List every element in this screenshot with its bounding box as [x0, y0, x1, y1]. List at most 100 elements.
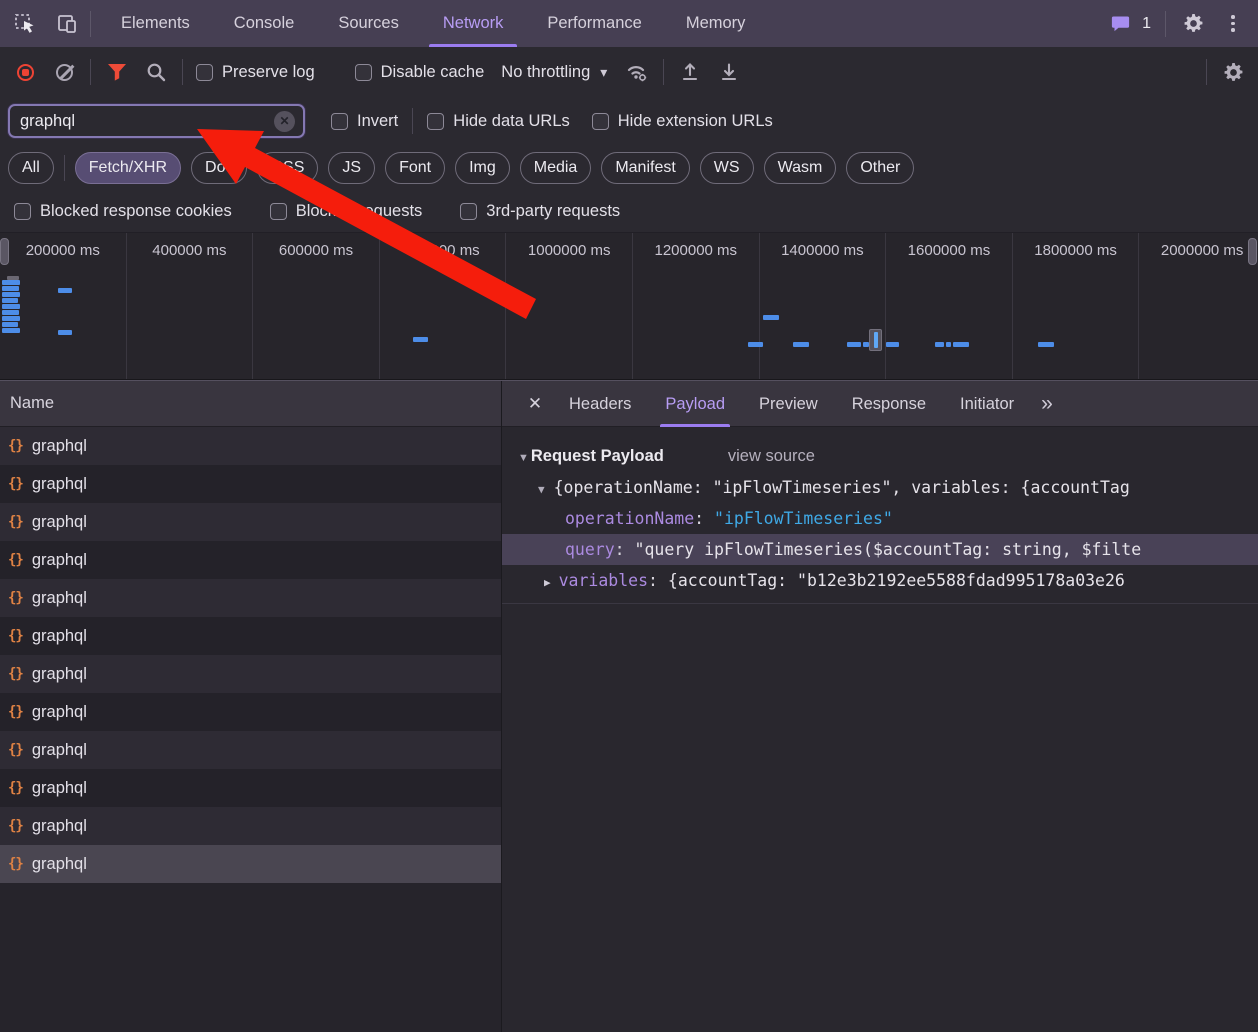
- more-tabs-icon[interactable]: [1041, 393, 1053, 414]
- name-column-header[interactable]: Name: [0, 381, 501, 427]
- request-row[interactable]: {}graphql: [0, 693, 501, 731]
- chip-all[interactable]: All: [8, 152, 54, 184]
- chip-font[interactable]: Font: [385, 152, 445, 184]
- throttling-value: No throttling: [501, 63, 590, 82]
- request-row[interactable]: {}graphql: [0, 465, 501, 503]
- settings-gear-icon[interactable]: [1180, 11, 1206, 37]
- request-row[interactable]: {}graphql: [0, 731, 501, 769]
- checkbox[interactable]: [331, 113, 348, 130]
- timeline-activity-bar: [2, 316, 20, 321]
- chip-other[interactable]: Other: [846, 152, 914, 184]
- tab-elements[interactable]: Elements: [99, 0, 212, 47]
- timeline-activity-bar: [847, 342, 861, 347]
- detail-tab-response[interactable]: Response: [835, 381, 943, 427]
- timeline-activity-bar: [763, 315, 779, 320]
- chip-manifest[interactable]: Manifest: [601, 152, 689, 184]
- clear-network-log-button[interactable]: [51, 59, 77, 85]
- import-har-icon[interactable]: [677, 59, 703, 85]
- checkbox[interactable]: [355, 64, 372, 81]
- timeline-activity-bar: [953, 342, 969, 347]
- timeline-activity-bar: [793, 342, 809, 347]
- json-braces-icon: {}: [8, 780, 23, 796]
- tab-performance[interactable]: Performance: [525, 0, 663, 47]
- request-row[interactable]: {}graphql: [0, 769, 501, 807]
- network-filter-input[interactable]: [20, 112, 274, 131]
- invert-checkbox[interactable]: Invert: [331, 112, 398, 131]
- detail-tab-payload[interactable]: Payload: [648, 381, 742, 427]
- hide-extension-urls-checkbox[interactable]: Hide extension URLs: [592, 112, 773, 131]
- request-row[interactable]: {}graphql: [0, 617, 501, 655]
- checkbox[interactable]: [14, 203, 31, 220]
- chip-js[interactable]: JS: [328, 152, 375, 184]
- clear-filter-icon[interactable]: [274, 111, 295, 132]
- checkbox[interactable]: [460, 203, 477, 220]
- network-overview-timeline[interactable]: 200000 ms400000 ms600000 ms800000 ms1000…: [0, 232, 1258, 380]
- request-row[interactable]: {} graphql: [0, 503, 501, 541]
- payload-row-query[interactable]: query "query ipFlowTimeseries($accountTa…: [502, 534, 1258, 565]
- network-settings-gear-icon[interactable]: [1220, 59, 1246, 85]
- chip-fetch-xhr[interactable]: Fetch/XHR: [75, 152, 181, 184]
- issues-message-icon[interactable]: [1108, 11, 1134, 37]
- tab-memory[interactable]: Memory: [664, 0, 768, 47]
- checkbox[interactable]: [427, 113, 444, 130]
- chip-ws[interactable]: WS: [700, 152, 754, 184]
- chip-css[interactable]: CSS: [257, 152, 318, 184]
- json-braces-icon: {}: [8, 856, 23, 872]
- export-har-icon[interactable]: [716, 59, 742, 85]
- inspect-element-icon[interactable]: [12, 11, 38, 37]
- chip-media[interactable]: Media: [520, 152, 592, 184]
- checkbox[interactable]: [270, 203, 287, 220]
- network-conditions-icon[interactable]: [624, 59, 650, 85]
- timeline-column: 800000 ms: [380, 233, 507, 379]
- request-row[interactable]: {}graphql: [0, 807, 501, 845]
- request-name: graphql: [32, 817, 87, 836]
- chip-doc[interactable]: Doc: [191, 152, 247, 184]
- blocked-response-cookies-checkbox[interactable]: Blocked response cookies: [14, 202, 232, 221]
- tab-sources[interactable]: Sources: [316, 0, 421, 47]
- detail-tab-initiator[interactable]: Initiator: [943, 381, 1031, 427]
- tab-network[interactable]: Network: [421, 0, 526, 47]
- timeline-resize-handle[interactable]: [1248, 238, 1257, 265]
- expand-triangle-icon[interactable]: [544, 571, 559, 590]
- request-row[interactable]: {}graphql: [0, 655, 501, 693]
- timeline-tick-label: 2000000 ms: [1161, 242, 1244, 259]
- chip-wasm[interactable]: Wasm: [764, 152, 837, 184]
- 3rd-party-requests-checkbox[interactable]: 3rd-party requests: [460, 202, 620, 221]
- preserve-log-checkbox[interactable]: Preserve log: [196, 63, 315, 82]
- payload-row-variables[interactable]: variables {accountTag: "b12e3b2192ee5588…: [502, 565, 1258, 596]
- request-row[interactable]: {}graphql: [0, 427, 501, 465]
- detail-tab-preview[interactable]: Preview: [742, 381, 835, 427]
- hide-data-urls-checkbox[interactable]: Hide data URLs: [427, 112, 569, 131]
- json-braces-icon: {}: [8, 704, 23, 720]
- device-toolbar-icon[interactable]: [54, 11, 80, 37]
- timeline-activity-bar: [2, 310, 19, 315]
- chevron-down-icon: [600, 63, 607, 82]
- checkbox[interactable]: [196, 64, 213, 81]
- request-row[interactable]: {}graphql: [0, 541, 501, 579]
- tab-console[interactable]: Console: [212, 0, 317, 47]
- timeline-resize-handle[interactable]: [0, 238, 9, 265]
- checkbox[interactable]: [592, 113, 609, 130]
- close-icon[interactable]: [518, 394, 552, 414]
- timeline-column: 1400000 ms: [760, 233, 887, 379]
- collapse-triangle-icon[interactable]: [518, 447, 531, 466]
- view-source-link[interactable]: view source: [728, 447, 815, 466]
- filter-funnel-icon[interactable]: [104, 59, 130, 85]
- timeline-activity-bar: [2, 328, 20, 333]
- disable-cache-checkbox[interactable]: Disable cache: [355, 63, 485, 82]
- divider: [412, 108, 413, 134]
- chip-img[interactable]: Img: [455, 152, 510, 184]
- json-braces-icon: {}: [8, 514, 23, 530]
- detail-tab-headers[interactable]: Headers: [552, 381, 648, 427]
- record-network-log-button[interactable]: [12, 59, 38, 85]
- request-name: graphql: [32, 513, 87, 532]
- blocked-requests-checkbox[interactable]: Blocked requests: [270, 202, 423, 221]
- request-row[interactable]: {}graphql: [0, 579, 501, 617]
- throttling-dropdown[interactable]: No throttling: [497, 63, 611, 82]
- expand-triangle-icon[interactable]: [538, 478, 554, 497]
- search-icon[interactable]: [143, 59, 169, 85]
- payload-row-operation-name[interactable]: operationName "ipFlowTimeseries": [502, 503, 1258, 534]
- request-row[interactable]: {}graphql: [0, 845, 501, 883]
- kebab-menu-icon[interactable]: [1220, 11, 1246, 37]
- payload-preview-line[interactable]: {operationName: "ipFlowTimeseries", vari…: [502, 472, 1258, 503]
